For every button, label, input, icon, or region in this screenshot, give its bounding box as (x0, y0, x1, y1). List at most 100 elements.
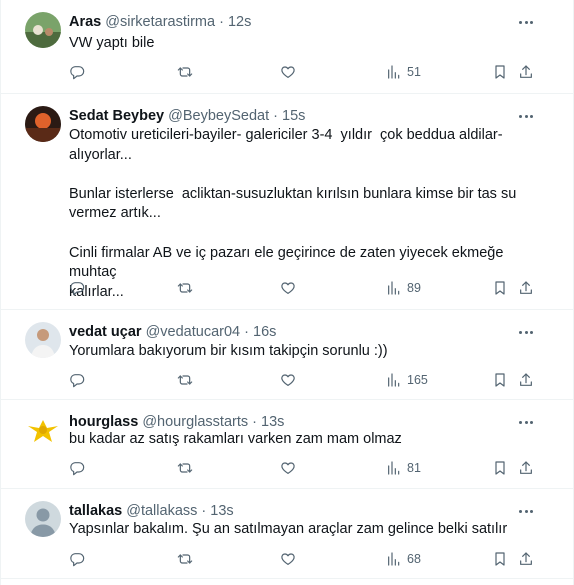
share-button[interactable] (518, 278, 534, 298)
bookmark-button[interactable] (492, 549, 508, 569)
tweet-header: tallakas @tallakass · 13s (69, 501, 234, 521)
avatar[interactable] (25, 412, 61, 448)
retweet-icon (177, 283, 193, 293)
share-button[interactable] (518, 458, 534, 478)
bookmark-icon (495, 461, 505, 475)
views-button[interactable]: 165 (386, 370, 428, 390)
more-dots-icon[interactable] (516, 12, 536, 32)
tweet[interactable]: tallakas @tallakass · 13s Yapsınlar baka… (1, 489, 573, 579)
action-bar: 81 (1, 458, 573, 478)
timestamp[interactable]: 15s (282, 108, 305, 124)
action-bar: 68 (1, 549, 573, 569)
more-dots-icon[interactable] (516, 501, 536, 521)
bookmark-icon (495, 552, 505, 566)
tweet-header: hourglass @hourglasstarts · 13s (69, 412, 284, 432)
tweet[interactable]: Aras @sirketarastirma · 12s VW yaptı bil… (1, 0, 573, 94)
like-button[interactable] (280, 62, 296, 82)
display-name[interactable]: tallakas (69, 503, 122, 519)
timestamp[interactable]: 12s (228, 14, 251, 30)
share-button[interactable] (518, 549, 534, 569)
retweet-icon (177, 375, 193, 385)
display-name[interactable]: Sedat Beybey (69, 108, 164, 124)
share-button[interactable] (518, 370, 534, 390)
tweet-header: Sedat Beybey @BeybeySedat · 15s (69, 106, 305, 126)
reply-button[interactable] (69, 549, 85, 569)
reply-icon (70, 282, 85, 296)
separator-dot: · (252, 414, 257, 430)
reply-button[interactable] (69, 62, 85, 82)
retweet-button[interactable] (177, 458, 193, 478)
tweet-header: vedat uçar @vedatucar04 · 16s (69, 322, 276, 342)
user-handle[interactable]: @tallakass (126, 503, 197, 519)
user-handle[interactable]: @hourglasstarts (142, 414, 248, 430)
views-button[interactable]: 89 (386, 278, 421, 298)
retweet-button[interactable] (177, 370, 193, 390)
share-button[interactable] (518, 62, 534, 82)
share-icon (520, 281, 532, 294)
views-button[interactable]: 81 (386, 458, 421, 478)
views-button[interactable]: 51 (386, 62, 421, 82)
tweet[interactable]: Sedat Beybey @BeybeySedat · 15s Otomotiv… (1, 94, 573, 310)
retweet-button[interactable] (177, 62, 193, 82)
bookmark-button[interactable] (492, 62, 508, 82)
timestamp[interactable]: 13s (210, 503, 233, 519)
retweet-button[interactable] (177, 549, 193, 569)
reply-icon (70, 553, 85, 567)
action-bar: 51 (1, 62, 573, 82)
like-button[interactable] (280, 370, 296, 390)
reply-icon (70, 66, 85, 80)
text-line: alıyorlar... (69, 146, 132, 163)
views-count: 81 (407, 461, 421, 475)
views-button[interactable]: 68 (386, 549, 421, 569)
avatar[interactable] (25, 501, 61, 537)
bookmark-button[interactable] (492, 458, 508, 478)
reply-icon (70, 462, 85, 476)
heart-icon (281, 462, 295, 474)
display-name[interactable]: vedat uçar (69, 324, 142, 340)
bookmark-button[interactable] (492, 370, 508, 390)
text-line: Cinli firmalar AB ve iç pazarı ele geçir… (69, 244, 508, 281)
retweet-button[interactable] (177, 278, 193, 298)
more-dots-icon[interactable] (516, 412, 536, 432)
tweet-text: VW yaptı bile (69, 35, 155, 51)
text-line: vermez artık... (69, 205, 161, 222)
reply-button[interactable] (69, 278, 85, 298)
reply-button[interactable] (69, 370, 85, 390)
retweet-icon (177, 554, 193, 564)
like-button[interactable] (280, 458, 296, 478)
user-handle[interactable]: @BeybeySedat (168, 108, 269, 124)
more-dots-icon[interactable] (516, 322, 536, 342)
tweet[interactable]: hourglass @hourglasstarts · 13s bu kadar… (1, 400, 573, 489)
views-count: 165 (407, 373, 428, 387)
tweet-text: Otomotiv ureticileri-bayiler- galericile… (69, 126, 539, 302)
share-icon (520, 65, 532, 78)
avatar[interactable] (25, 106, 61, 142)
text-line: Bunlar isterlerse acliktan-susuzluktan k… (69, 185, 517, 202)
share-icon (520, 373, 532, 386)
text-line: Otomotiv ureticileri-bayiler- galericile… (69, 127, 503, 143)
share-icon (520, 461, 532, 474)
timestamp[interactable]: 16s (253, 324, 276, 340)
more-dots-icon[interactable] (516, 106, 536, 126)
views-chart-icon (388, 552, 400, 566)
tweet[interactable]: vedat uçar @vedatucar04 · 16s Yorumlara … (1, 310, 573, 400)
tweet-text: bu kadar az satış rakamları varken zam m… (69, 431, 402, 447)
timestamp[interactable]: 13s (261, 414, 284, 430)
like-button[interactable] (280, 549, 296, 569)
display-name[interactable]: hourglass (69, 414, 138, 430)
reply-icon (70, 374, 85, 388)
action-bar: 89 (1, 278, 573, 298)
avatar[interactable] (25, 322, 61, 358)
user-handle[interactable]: @sirketarastirma (105, 14, 215, 30)
bookmark-icon (495, 373, 505, 387)
views-count: 51 (407, 65, 421, 79)
tweet-text: Yorumlara bakıyorum bir kısım takipçin s… (69, 343, 388, 359)
avatar[interactable] (25, 12, 61, 48)
share-icon (520, 552, 532, 565)
like-button[interactable] (280, 278, 296, 298)
heart-icon (281, 553, 295, 565)
bookmark-button[interactable] (492, 278, 508, 298)
user-handle[interactable]: @vedatucar04 (146, 324, 241, 340)
reply-button[interactable] (69, 458, 85, 478)
display-name[interactable]: Aras (69, 14, 101, 30)
